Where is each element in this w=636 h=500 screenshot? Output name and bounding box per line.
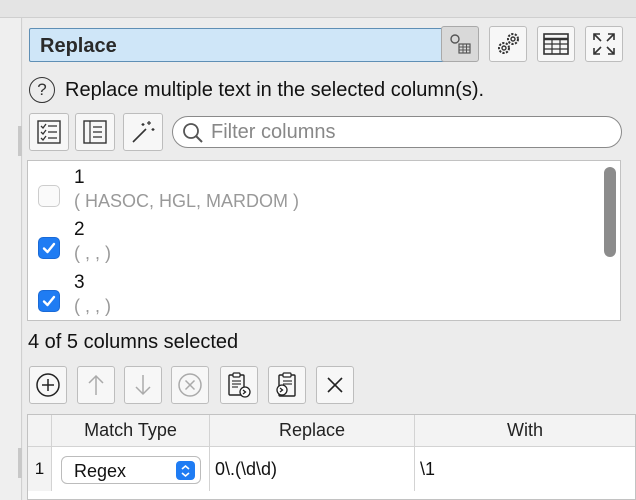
column-checkbox-2[interactable] <box>38 237 60 259</box>
move-down-button[interactable] <box>124 366 162 404</box>
replace-header[interactable]: Replace <box>210 415 415 447</box>
paste-rules-button[interactable] <box>220 366 258 404</box>
clipboard-export-icon <box>276 372 296 397</box>
expand-icon <box>593 33 615 55</box>
left-panel-strip <box>0 18 22 500</box>
with-header[interactable]: With <box>415 415 635 447</box>
match-type-select[interactable]: Regex <box>61 456 201 484</box>
column-list-scrollbar[interactable] <box>604 167 616 257</box>
search-icon <box>183 123 203 143</box>
move-up-button[interactable] <box>77 366 115 404</box>
expand-button[interactable] <box>585 26 623 62</box>
with-cell[interactable]: \1 <box>415 447 635 491</box>
column-name: 2 <box>74 219 85 240</box>
arrow-down-icon <box>135 375 151 396</box>
list-icon <box>83 120 107 144</box>
magic-wand-icon <box>132 121 155 143</box>
checklist-icon <box>37 120 61 144</box>
arrow-up-icon <box>88 374 104 395</box>
settings-button[interactable] <box>489 26 527 62</box>
match-type-value: Regex <box>74 461 127 481</box>
paste-import-icon <box>228 372 251 398</box>
replace-rules-table: Match Type Replace With 1 Regex 0\.(\d\d… <box>27 414 636 500</box>
add-circle-icon <box>36 373 60 397</box>
gears-icon <box>498 33 519 54</box>
column-list[interactable]: 1 ( HASOC, HGL, MARDOM ) 2 ( , , ) 3 ( ,… <box>27 160 621 321</box>
filter-columns-input[interactable] <box>211 120 611 144</box>
match-type-header[interactable]: Match Type <box>52 415 210 447</box>
clear-icon <box>327 377 343 393</box>
help-text: Replace multiple text in the selected co… <box>65 78 485 101</box>
remove-rule-button[interactable] <box>171 366 209 404</box>
filter-columns-field <box>172 116 622 148</box>
copy-rules-button[interactable] <box>268 366 306 404</box>
panel-title: Replace <box>40 35 117 57</box>
table-view-button[interactable] <box>537 26 575 62</box>
select-columns-button[interactable] <box>29 113 69 151</box>
column-item-2[interactable]: 2 ( , , ) <box>38 219 578 267</box>
table-icon <box>543 33 569 55</box>
help-icon[interactable]: ? <box>29 77 55 103</box>
replace-panel: Replace ? Replace multiple text in the s… <box>23 18 636 500</box>
list-columns-button[interactable] <box>75 113 115 151</box>
row-number: 1 <box>28 447 52 491</box>
window-top-strip <box>0 0 636 18</box>
column-values: ( HASOC, HGL, MARDOM ) <box>74 191 300 211</box>
column-name: 1 <box>74 167 85 188</box>
node-settings-icon <box>450 34 471 54</box>
column-item-1[interactable]: 1 ( HASOC, HGL, MARDOM ) <box>38 167 578 215</box>
left-strip-marker <box>18 448 22 478</box>
add-rule-button[interactable] <box>29 366 67 404</box>
auto-select-button[interactable] <box>123 113 163 151</box>
column-name: 3 <box>74 272 85 293</box>
remove-circle-icon <box>178 373 202 397</box>
table-corner-header <box>28 415 52 447</box>
help-row: ? Replace multiple text in the selected … <box>29 76 484 104</box>
column-values: ( , , ) <box>74 243 111 263</box>
column-checkbox-1[interactable] <box>38 185 60 207</box>
column-checkbox-3[interactable] <box>38 290 60 312</box>
column-values: ( , , ) <box>74 296 111 316</box>
checkmark-icon <box>42 242 56 254</box>
updown-chevron-icon <box>176 461 195 480</box>
panel-title-field[interactable]: Replace <box>29 28 453 62</box>
left-strip-marker <box>18 126 22 156</box>
clear-rules-button[interactable] <box>316 366 354 404</box>
selection-status: 4 of 5 columns selected <box>28 331 239 353</box>
column-item-3[interactable]: 3 ( , , ) <box>38 272 578 320</box>
replace-cell[interactable]: 0\.(\d\d) <box>210 447 415 491</box>
checkmark-icon <box>42 295 56 307</box>
node-settings-button[interactable] <box>441 26 479 62</box>
